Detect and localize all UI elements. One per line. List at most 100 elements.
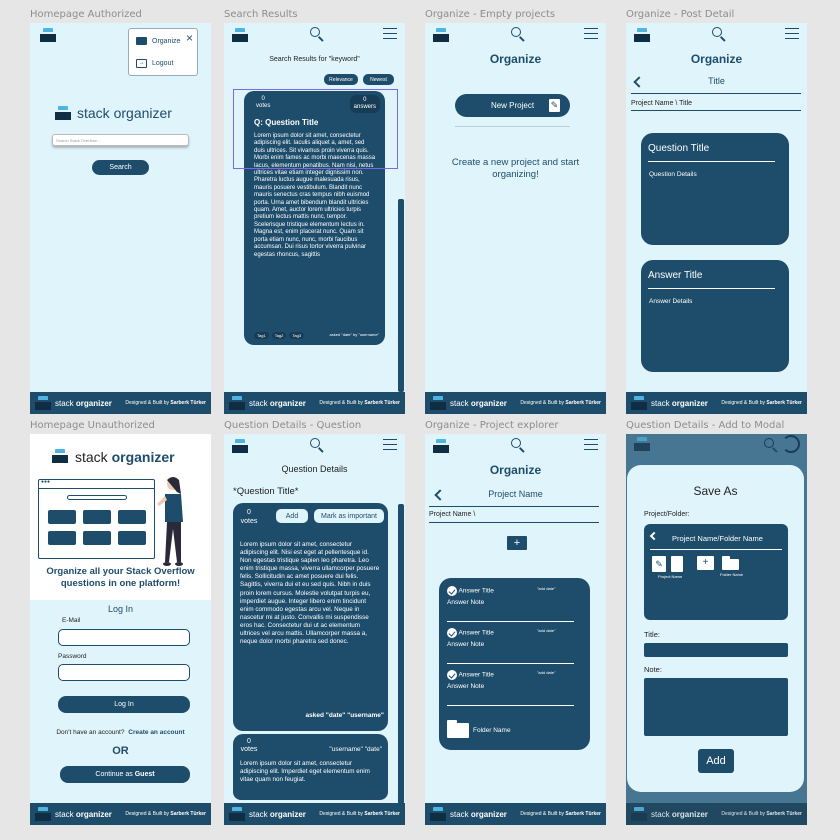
breadcrumb[interactable]: Project Name \ [429, 511, 475, 518]
email-field[interactable] [58, 629, 190, 646]
list-item[interactable]: Answer Title "add date" Answer Note [447, 628, 582, 664]
folder-icon [447, 720, 469, 738]
search-icon[interactable] [712, 27, 722, 37]
answer-card[interactable]: Answer Title Answer Details [641, 260, 789, 372]
add-button[interactable]: Add [276, 509, 308, 523]
screen-add-to-modal: Save As Project/Folder: Project Name/Fol… [626, 434, 807, 825]
search-icon[interactable] [511, 438, 521, 448]
folder-icon[interactable] [722, 556, 739, 570]
search-results-heading: Search Results for "keyword" [269, 56, 360, 63]
list-item[interactable]: Answer Title "add date" Answer Note [447, 586, 582, 622]
signup-prompt: Don't have an account? Create an account [56, 729, 185, 736]
divider [455, 126, 570, 127]
tag-list: Tag1 Tag2 Tag3 [254, 332, 305, 339]
picker-breadcrumb: Project Name/Folder Name [672, 534, 763, 543]
frame-label-add-to-modal: Question Details - Add to Modal [626, 420, 785, 431]
note-input[interactable] [644, 678, 788, 736]
sort-newest-button[interactable]: Newest [363, 74, 394, 85]
tag[interactable]: Tag2 [271, 332, 287, 339]
frame-label-organize-empty: Organize - Empty projects [425, 9, 556, 20]
document-icon[interactable] [671, 556, 683, 572]
login-title: Log In [107, 604, 134, 614]
divider [429, 522, 599, 523]
logo-icon[interactable] [634, 28, 650, 42]
divider [631, 110, 801, 111]
folder-item[interactable]: Folder Name [447, 720, 582, 738]
tag[interactable]: Tag1 [254, 332, 269, 339]
footer-logo-icon [35, 396, 51, 410]
page-title: Organize [489, 463, 542, 477]
votes-badge: 0 votes [240, 509, 258, 525]
add-button[interactable]: Add [698, 749, 734, 773]
search-icon[interactable] [511, 27, 521, 37]
logo-icon[interactable] [40, 28, 56, 42]
logo-icon[interactable] [232, 439, 248, 453]
menu-icon[interactable] [584, 28, 598, 39]
add-folder-icon[interactable]: + [697, 556, 714, 570]
asked-meta: asked "date" "username" [305, 712, 384, 719]
new-note-icon[interactable]: ✎ [652, 556, 666, 572]
folder-name-label: Folder Name [720, 572, 744, 577]
menu-icon[interactable] [383, 28, 397, 39]
answer-votes-badge: 0 votes [240, 738, 258, 753]
email-label: E-Mail [62, 617, 81, 624]
logo-icon[interactable] [433, 439, 449, 453]
check-circle-icon [447, 670, 457, 680]
brand-logo: stack organizer [55, 105, 172, 121]
password-field[interactable] [58, 664, 190, 681]
title-label: Title: [644, 630, 660, 639]
menu-icon[interactable] [584, 439, 598, 450]
password-label: Password [58, 653, 87, 660]
divider [429, 506, 599, 507]
menu-item-organize[interactable]: Organize [136, 37, 180, 45]
menu-icon[interactable] [383, 439, 397, 450]
menu-item-logout[interactable]: → Logout [136, 59, 173, 68]
question-title: Question Title [648, 143, 710, 154]
list-item[interactable]: Answer Title "add date" Answer Note [447, 670, 582, 706]
tag[interactable]: Tag3 [289, 332, 305, 339]
frame-label-search-results: Search Results [224, 9, 298, 20]
title-input[interactable] [644, 643, 788, 657]
question-body: Lorem ipsum dolor sit amet, consectetur … [240, 541, 380, 646]
scrollbar[interactable] [398, 504, 404, 804]
project-folder-label: Project/Folder: [644, 511, 690, 518]
page-title: Question Details [281, 464, 348, 474]
sort-relevance-button[interactable]: Relevance [324, 74, 358, 85]
close-icon[interactable]: × [186, 31, 193, 45]
back-chevron-icon[interactable] [649, 531, 659, 541]
scrollbar[interactable] [398, 199, 404, 392]
footer: stack organizer Designed & Built by Sarb… [626, 392, 807, 414]
new-note-icon: ✎ [549, 99, 560, 112]
create-account-link[interactable]: Create an account [128, 729, 184, 736]
menu-icon[interactable] [785, 28, 799, 39]
folder-picker[interactable]: Project Name/Folder Name ✎ Project Name … [644, 524, 788, 620]
mark-important-button[interactable]: Mark as important [314, 509, 384, 523]
screen-post-detail: Organize Title Project Name \ Title Ques… [626, 23, 807, 414]
search-icon[interactable] [310, 27, 320, 37]
user-menu-dropdown: Organize × → Logout [128, 28, 198, 76]
logo-icon[interactable] [433, 28, 449, 42]
search-input[interactable]: Search Stack Overflow... [52, 134, 189, 146]
add-folder-icon[interactable]: + [507, 536, 527, 550]
search-button[interactable]: Search [92, 160, 149, 175]
empty-state-text: Create a new project and start organizin… [451, 157, 580, 180]
search-icon[interactable] [310, 438, 320, 448]
search-icon [764, 438, 774, 448]
continue-as-guest-button[interactable]: Continue as Guest [60, 766, 190, 783]
frame-label-question-details: Question Details - Question [224, 420, 362, 431]
new-project-button[interactable]: New Project ✎ [455, 94, 570, 117]
tagline: Organize all your Stack Overflow questio… [46, 566, 195, 589]
login-button[interactable]: Log In [58, 696, 190, 713]
footer: stack organizer Designed & Built by Sarb… [425, 392, 606, 414]
brand-logo: stack organizer [52, 449, 175, 465]
footer: stack organizer Designed & Built by Sarb… [224, 803, 405, 825]
modal-title: Save As [693, 484, 738, 498]
divider [631, 93, 801, 94]
logo-icon[interactable] [232, 28, 248, 42]
screen-question-details: Question Details *Question Title* 0 votes… [224, 434, 405, 825]
or-divider: OR [112, 745, 129, 757]
breadcrumb[interactable]: Project Name \ Title [631, 100, 692, 107]
question-card[interactable]: Question Title Question Details [641, 133, 789, 245]
person-illustration [157, 477, 183, 566]
logout-icon: → [136, 59, 147, 68]
